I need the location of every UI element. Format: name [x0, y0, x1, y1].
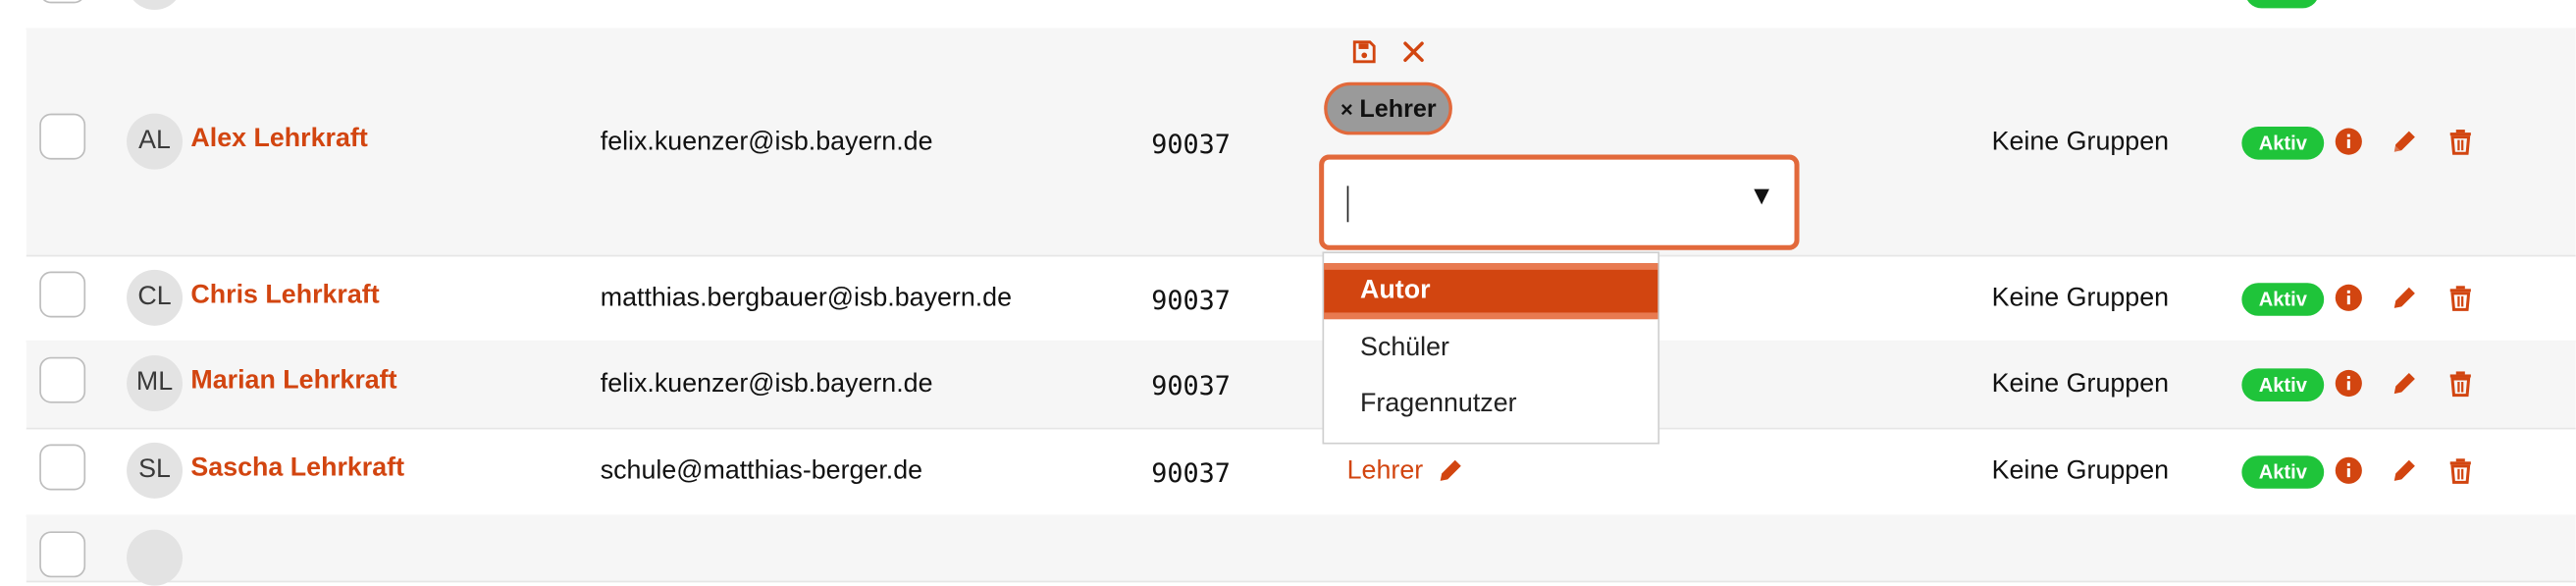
user-email: felix.kuenzer@isb.bayern.de	[600, 370, 933, 399]
user-email: felix.kuenzer@isb.bayern.de	[600, 128, 933, 157]
table-row: AL Alex Lehrkraft felix.kuenzer@isb.baye…	[26, 27, 2576, 257]
row-checkbox[interactable]	[39, 531, 86, 578]
info-icon[interactable]	[2334, 368, 2363, 398]
user-name-link[interactable]: Chris Lehrkraft	[190, 282, 379, 311]
avatar	[127, 0, 184, 11]
table-row-partial-top	[26, 0, 2576, 30]
row-checkbox[interactable]	[39, 444, 86, 491]
table-row-partial-bottom	[26, 514, 2576, 586]
user-email: schule@matthias-berger.de	[600, 456, 923, 486]
avatar: ML	[127, 355, 184, 411]
status-badge: Aktiv	[2241, 127, 2325, 160]
pencil-icon[interactable]	[2390, 283, 2419, 312]
row-checkbox[interactable]	[39, 0, 86, 4]
role-option-autor[interactable]: Autor	[1324, 263, 1658, 320]
row-checkbox[interactable]	[39, 356, 86, 403]
trash-icon[interactable]	[2445, 368, 2475, 398]
user-email: matthias.bergbauer@isb.bayern.de	[600, 284, 1013, 313]
role-pencil-icon[interactable]	[1436, 455, 1465, 485]
avatar: SL	[127, 442, 184, 499]
chip-remove-icon[interactable]: ×	[1341, 96, 1353, 121]
table-row: CL Chris Lehrkraft matthias.bergbauer@is…	[26, 255, 2576, 343]
avatar: AL	[127, 113, 184, 170]
role-dropdown-menu: Autor Schüler Fragennutzer	[1322, 251, 1660, 445]
text-cursor	[1346, 186, 1349, 223]
school-number: 90037	[1151, 128, 1231, 160]
user-name-link[interactable]: Alex Lehrkraft	[190, 125, 367, 154]
user-groups: Keine Gruppen	[1991, 456, 2170, 486]
user-groups: Keine Gruppen	[1991, 284, 2170, 313]
status-badge: Aktiv	[2241, 455, 2325, 489]
school-number: 90037	[1151, 284, 1231, 316]
status-badge: Aktiv	[2241, 368, 2325, 401]
info-icon[interactable]	[2334, 127, 2363, 156]
user-groups: Keine Gruppen	[1991, 370, 2170, 399]
avatar: CL	[127, 269, 184, 326]
info-icon[interactable]	[2334, 455, 2363, 485]
status-badge: Aktiv	[2241, 283, 2325, 316]
table-row: SL Sascha Lehrkraft schule@matthias-berg…	[26, 428, 2576, 517]
dropdown-arrow-icon[interactable]: ▼	[1749, 183, 1775, 212]
role-label[interactable]: Lehrer	[1347, 457, 1424, 487]
info-icon[interactable]	[2334, 283, 2363, 312]
selected-role-chip[interactable]: × Lehrer	[1324, 81, 1453, 135]
role-option-schueler[interactable]: Schüler	[1324, 321, 1657, 377]
table-row: ML Marian Lehrkraft felix.kuenzer@isb.ba…	[26, 340, 2576, 430]
user-name-link[interactable]: Sascha Lehrkraft	[190, 454, 404, 484]
pencil-icon[interactable]	[2390, 127, 2419, 156]
school-number: 90037	[1151, 456, 1231, 489]
trash-icon[interactable]	[2445, 455, 2475, 485]
role-select-input[interactable]: ▼	[1319, 154, 1800, 250]
user-name-link[interactable]: Marian Lehrkraft	[190, 367, 396, 397]
pencil-icon[interactable]	[2390, 455, 2419, 485]
row-checkbox[interactable]	[39, 271, 86, 318]
avatar	[127, 529, 184, 586]
school-number: 90037	[1151, 370, 1231, 401]
close-icon[interactable]	[1399, 38, 1427, 66]
save-icon[interactable]	[1350, 38, 1378, 66]
trash-icon[interactable]	[2445, 283, 2475, 312]
user-table: AL Alex Lehrkraft felix.kuenzer@isb.baye…	[0, 0, 2576, 586]
pencil-icon[interactable]	[2390, 368, 2419, 398]
status-badge	[2244, 0, 2320, 9]
chip-label: Lehrer	[1359, 94, 1437, 123]
row-checkbox[interactable]	[39, 113, 86, 160]
user-groups: Keine Gruppen	[1991, 128, 2170, 157]
trash-icon[interactable]	[2445, 127, 2475, 156]
role-option-fragennutzer[interactable]: Fragennutzer	[1324, 377, 1657, 433]
